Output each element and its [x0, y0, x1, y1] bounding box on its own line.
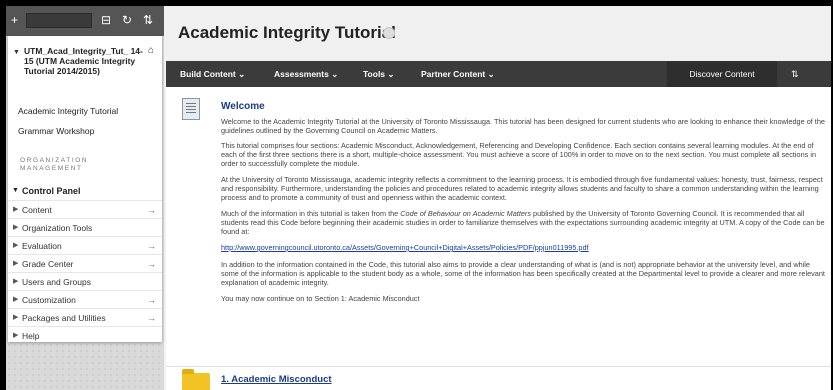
- discover-content-button[interactable]: Discover Content: [667, 61, 777, 87]
- item-divider: [166, 366, 831, 367]
- item-label: Organization Tools: [22, 223, 93, 233]
- control-panel-label: Control Panel: [22, 186, 81, 196]
- expand-triangle-icon: ▶: [13, 278, 19, 285]
- policy-pdf-link[interactable]: http://www.governingcouncil.utoronto.ca/…: [221, 243, 589, 252]
- control-panel-item-packages-and-utilities[interactable]: ▶ Packages and Utilities →: [8, 308, 162, 326]
- collapse-triangle-icon: ▼: [12, 187, 19, 194]
- item-label: Evaluation: [22, 241, 62, 251]
- folder-icon: [182, 369, 210, 390]
- welcome-paragraph-6: You may now continue on to Section 1: Ac…: [221, 294, 420, 303]
- item-label: Grade Center: [22, 259, 74, 269]
- course-menu-panel: ▼ UTM_Acad_Integrity_Tut_ 14-15 (UTM Aca…: [8, 36, 162, 342]
- expand-triangle-icon: ▶: [13, 296, 19, 303]
- page-title: Academic Integrity Tutorial: [178, 23, 396, 42]
- arrow-right-icon[interactable]: →: [147, 255, 156, 273]
- add-menu-item-icon[interactable]: +: [11, 13, 18, 27]
- control-panel-item-grade-center[interactable]: ▶ Grade Center →: [8, 254, 162, 272]
- policy-link-line: http://www.governingcouncil.utoronto.ca/…: [221, 243, 826, 253]
- expand-triangle-icon: ▶: [13, 314, 19, 321]
- item-label: Packages and Utilities: [22, 313, 106, 323]
- browser-frame: + ⊟ ↻ ⇅ ▼ UTM_Acad_Integrity_Tut_ 14-15 …: [6, 6, 831, 390]
- control-panel-item-organization-tools[interactable]: ▶ Organization Tools: [8, 218, 162, 236]
- tools-menu[interactable]: Tools ⌄: [363, 61, 395, 87]
- arrow-right-icon[interactable]: →: [147, 291, 156, 309]
- refresh-icon[interactable]: ↻: [122, 13, 132, 27]
- item-label: Customization: [22, 295, 76, 305]
- welcome-paragraph-4: Much of the information in this tutorial…: [221, 209, 826, 236]
- reorder-icon[interactable]: ⇅: [143, 13, 153, 27]
- expand-triangle-icon: ▶: [13, 206, 19, 213]
- welcome-item-title[interactable]: Welcome: [221, 101, 265, 112]
- expand-triangle-icon: ▶: [13, 332, 19, 339]
- welcome-paragraph-1: Welcome to the Academic Integrity Tutori…: [221, 117, 825, 135]
- action-menubar: Build Content ⌄ Assessments ⌄ Tools ⌄ Pa…: [166, 61, 831, 87]
- build-content-menu[interactable]: Build Content ⌄: [180, 61, 245, 87]
- item-label: Content: [22, 205, 52, 215]
- title-options-chevron-icon[interactable]: [383, 27, 395, 39]
- arrow-right-icon[interactable]: →: [147, 201, 156, 219]
- welcome-paragraph-3: At the University of Toronto Mississauga…: [221, 175, 823, 202]
- arrow-right-icon[interactable]: →: [147, 309, 156, 327]
- reorder-icon[interactable]: ⇅: [791, 61, 799, 87]
- welcome-paragraph-5: In addition to the information contained…: [221, 260, 825, 287]
- code-title-italic: Code of Behaviour on Academic Matters: [400, 209, 532, 218]
- course-menu-search[interactable]: [26, 13, 92, 28]
- control-panel-item-users-and-groups[interactable]: ▶ Users and Groups: [8, 272, 162, 290]
- expand-triangle-icon: ▶: [13, 242, 19, 249]
- home-icon[interactable]: ⌂: [148, 46, 154, 56]
- collapse-triangle-icon[interactable]: ▼: [13, 48, 20, 58]
- course-link-academic-integrity-tutorial[interactable]: Academic Integrity Tutorial: [18, 106, 118, 116]
- paragraph-text: Much of the information in this tutorial…: [221, 209, 401, 218]
- control-panel-header[interactable]: ▼ Control Panel: [8, 183, 162, 199]
- course-link-grammar-workshop[interactable]: Grammar Workshop: [18, 126, 94, 136]
- welcome-paragraph-2: This tutorial comprises four sections: A…: [221, 141, 817, 168]
- item-label: Users and Groups: [22, 277, 91, 287]
- assessments-menu[interactable]: Assessments ⌄: [274, 61, 338, 87]
- control-panel-item-content[interactable]: ▶ Content →: [8, 200, 162, 218]
- main-content-area: Academic Integrity Tutorial Build Conten…: [166, 6, 831, 390]
- control-panel-item-customization[interactable]: ▶ Customization →: [8, 290, 162, 308]
- course-title[interactable]: UTM_Acad_Integrity_Tut_ 14-15 (UTM Acade…: [24, 46, 143, 76]
- item-label: Help: [22, 331, 40, 341]
- arrow-right-icon[interactable]: →: [147, 237, 156, 255]
- course-menu-toolbar: + ⊟ ↻ ⇅: [6, 6, 164, 36]
- section-1-link[interactable]: 1. Academic Misconduct: [221, 374, 332, 385]
- course-menu-sidebar: + ⊟ ↻ ⇅ ▼ UTM_Acad_Integrity_Tut_ 14-15 …: [6, 6, 164, 390]
- content-list: Welcome Welcome to the Academic Integrit…: [166, 87, 831, 390]
- document-item-icon: [182, 98, 200, 120]
- organization-management-label: ORGANIZATION MANAGEMENT: [20, 157, 89, 172]
- partner-content-menu[interactable]: Partner Content ⌄: [421, 61, 495, 87]
- folder-view-icon[interactable]: ⊟: [101, 13, 111, 27]
- course-title-header[interactable]: ▼ UTM_Acad_Integrity_Tut_ 14-15 (UTM Aca…: [8, 36, 162, 102]
- control-panel-item-help[interactable]: ▶ Help: [8, 326, 162, 342]
- control-panel-item-evaluation[interactable]: ▶ Evaluation →: [8, 236, 162, 254]
- expand-triangle-icon: ▶: [13, 224, 19, 231]
- expand-triangle-icon: ▶: [13, 260, 19, 267]
